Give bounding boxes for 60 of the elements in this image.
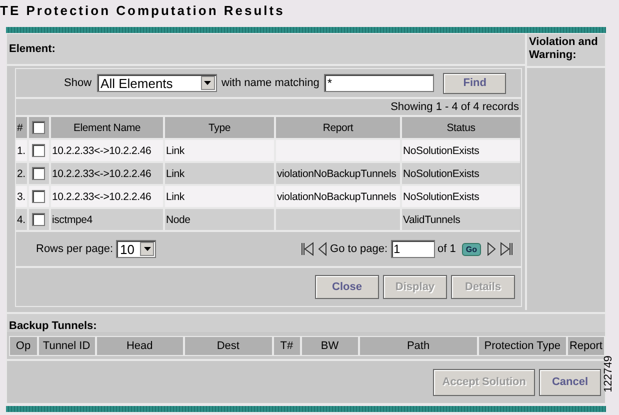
table-cell: isctmpe4 xyxy=(50,208,164,231)
table-cell: 10.2.2.33<->10.2.2.46 xyxy=(50,185,164,208)
find-button[interactable]: Find xyxy=(443,72,506,94)
table-cell: 10.2.2.33<->10.2.2.46 xyxy=(50,162,164,185)
column-header: Dest xyxy=(184,336,273,356)
column-header: # xyxy=(16,117,28,139)
previous-page-icon[interactable] xyxy=(318,242,328,256)
section-label: Violation and Warning: xyxy=(529,36,598,61)
record-count: Showing 1 - 4 of 4 records xyxy=(390,101,519,113)
name-filter-field[interactable]: * xyxy=(324,74,434,92)
column-header: Tunnel ID xyxy=(38,336,96,356)
table-cell: violationNoBackupTunnels xyxy=(275,185,401,208)
column-header: BW xyxy=(300,336,359,356)
section-label: Element: xyxy=(9,43,56,55)
go-button[interactable]: Go xyxy=(462,242,481,256)
figure-number: 122749 xyxy=(602,356,615,392)
section-label: Backup Tunnels: xyxy=(9,320,97,332)
column-header: Status xyxy=(401,117,520,139)
column-header: Report xyxy=(275,117,401,139)
action-button[interactable]: Cancel xyxy=(539,368,601,396)
row-number: 4. xyxy=(16,208,28,231)
table-cell: Node xyxy=(164,208,275,231)
row-number: 3. xyxy=(16,185,28,208)
go-to-page-label: Go to page: xyxy=(330,243,388,255)
column-header: T# xyxy=(272,336,301,356)
row-number: 2. xyxy=(16,162,28,185)
show-label: Show xyxy=(64,77,92,89)
table-cell: NoSolutionExists xyxy=(401,139,520,162)
table-cell: NoSolutionExists xyxy=(401,185,520,208)
row-checkbox[interactable] xyxy=(32,190,45,203)
table-cell: Link xyxy=(164,139,275,162)
table-cell: violationNoBackupTunnels xyxy=(275,162,401,185)
table-cell: Link xyxy=(164,185,275,208)
first-page-icon[interactable] xyxy=(301,242,316,256)
table-cell: NoSolutionExists xyxy=(401,162,520,185)
column-header: Head xyxy=(96,336,184,356)
action-button[interactable]: Close xyxy=(315,275,379,299)
table-cell: Link xyxy=(164,162,275,185)
rows-per-page-label: Rows per page: xyxy=(36,243,114,255)
column-header: Report xyxy=(566,336,605,356)
row-checkbox[interactable] xyxy=(32,213,45,226)
page-title: TE Protection Computation Results xyxy=(0,2,286,20)
row-checkbox[interactable] xyxy=(32,144,45,157)
page-number-field[interactable]: 1 xyxy=(390,240,435,258)
table-cell: 10.2.2.33<->10.2.2.46 xyxy=(50,139,164,162)
column-header: Protection Type xyxy=(478,336,567,356)
page-total: of 1 xyxy=(438,243,456,255)
select-all-checkbox[interactable] xyxy=(32,121,45,134)
show-dropdown[interactable]: All Elements xyxy=(96,74,217,92)
row-number: 1. xyxy=(16,139,28,162)
table-cell: ValidTunnels xyxy=(401,208,520,231)
last-page-icon[interactable] xyxy=(499,242,513,256)
column-header: Type xyxy=(164,117,275,139)
column-header: Op xyxy=(10,336,38,356)
row-checkbox[interactable] xyxy=(32,167,45,180)
next-page-icon[interactable] xyxy=(487,242,496,256)
column-header: Path xyxy=(358,336,478,356)
rows-per-page-dropdown[interactable]: 10 xyxy=(116,240,156,258)
match-label: with name matching xyxy=(222,77,320,89)
column-header: Element Name xyxy=(50,117,164,139)
